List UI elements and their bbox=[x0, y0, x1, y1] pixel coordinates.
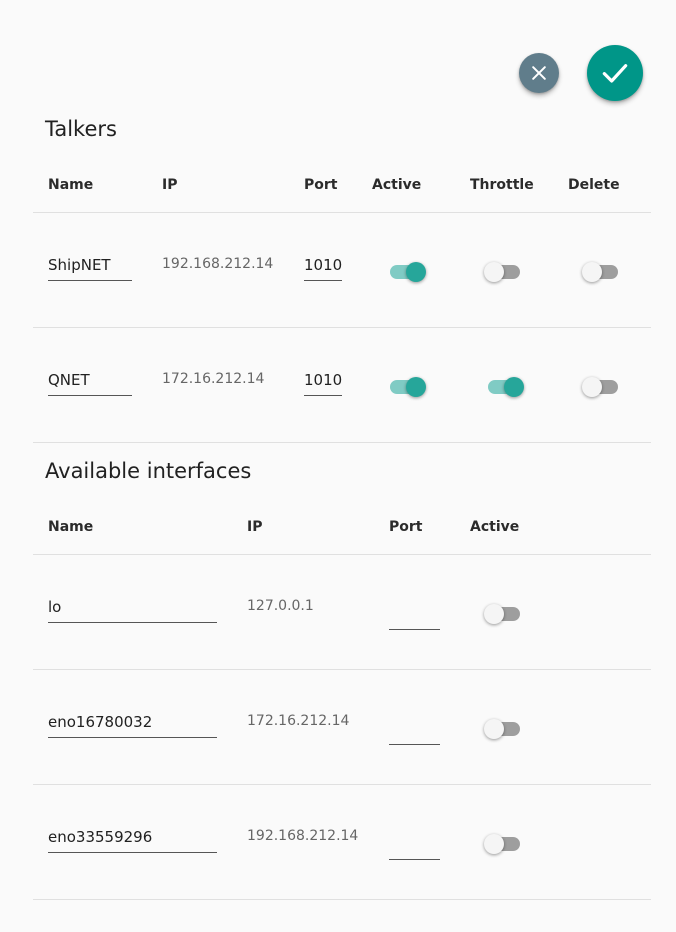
talker-port-input[interactable]: 1010 bbox=[304, 368, 342, 396]
talker-delete-toggle[interactable] bbox=[582, 260, 622, 284]
confirm-button[interactable] bbox=[587, 45, 643, 101]
interface-active-toggle[interactable] bbox=[484, 602, 524, 626]
interfaces-header-port: Port bbox=[389, 519, 423, 535]
interface-name-input[interactable]: eno33559296 bbox=[48, 825, 217, 853]
divider bbox=[33, 784, 651, 785]
check-icon bbox=[602, 64, 628, 83]
interface-active-toggle[interactable] bbox=[484, 717, 524, 741]
divider bbox=[33, 212, 651, 213]
interface-name-input[interactable]: eno16780032 bbox=[48, 710, 217, 738]
talker-active-toggle[interactable] bbox=[386, 375, 426, 399]
interface-ip: 127.0.0.1 bbox=[247, 598, 314, 614]
divider bbox=[33, 669, 651, 670]
talkers-header-port: Port bbox=[304, 177, 338, 193]
talker-name-input[interactable]: ShipNET bbox=[48, 253, 132, 281]
interfaces-header-active: Active bbox=[470, 519, 520, 535]
divider bbox=[33, 442, 651, 443]
talker-port-input[interactable]: 1010 bbox=[304, 253, 342, 281]
close-icon bbox=[532, 66, 546, 80]
talkers-header-active: Active bbox=[372, 177, 422, 193]
interface-ip: 172.16.212.14 bbox=[247, 713, 350, 729]
interface-port-input[interactable] bbox=[389, 602, 440, 630]
talker-throttle-toggle[interactable] bbox=[484, 260, 524, 284]
interface-name-input[interactable]: lo bbox=[48, 595, 217, 623]
talker-ip: 172.16.212.14 bbox=[162, 371, 265, 387]
interface-port-input[interactable] bbox=[389, 832, 440, 860]
interfaces-header-ip: IP bbox=[247, 519, 263, 535]
talkers-header-throttle: Throttle bbox=[470, 177, 534, 193]
talker-name-input[interactable]: QNET bbox=[48, 368, 132, 396]
talker-ip: 192.168.212.14 bbox=[162, 256, 274, 272]
talkers-header-ip: IP bbox=[162, 177, 178, 193]
divider bbox=[33, 899, 651, 900]
interfaces-header-name: Name bbox=[48, 519, 94, 535]
interface-port-input[interactable] bbox=[389, 717, 440, 745]
cancel-button[interactable] bbox=[519, 53, 559, 93]
divider bbox=[33, 327, 651, 328]
talker-throttle-toggle[interactable] bbox=[484, 375, 524, 399]
talker-delete-toggle[interactable] bbox=[582, 375, 622, 399]
interface-active-toggle[interactable] bbox=[484, 832, 524, 856]
divider bbox=[33, 554, 651, 555]
talkers-header-delete: Delete bbox=[568, 177, 620, 193]
interface-ip: 192.168.212.14 bbox=[247, 828, 359, 844]
talker-active-toggle[interactable] bbox=[386, 260, 426, 284]
talkers-header-name: Name bbox=[48, 177, 94, 193]
talkers-title: Talkers bbox=[45, 117, 117, 141]
interfaces-title: Available interfaces bbox=[45, 459, 252, 483]
